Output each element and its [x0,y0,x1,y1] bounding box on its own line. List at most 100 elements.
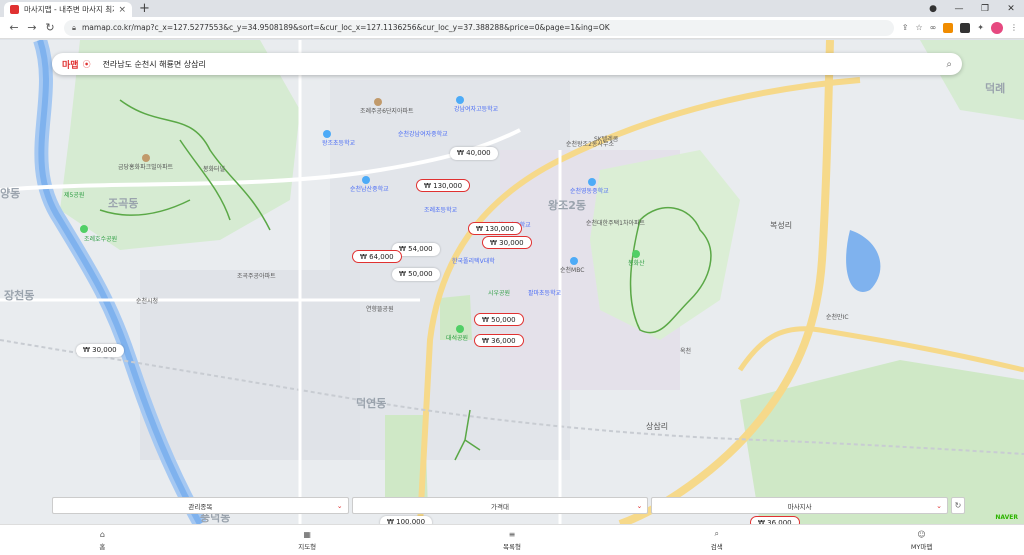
extension-orange-icon[interactable] [943,22,954,33]
place-label: 조례호수공원 [84,236,118,243]
minimize-icon[interactable]: — [946,4,972,14]
price-marker[interactable]: ₩ 100,000 [380,516,433,524]
place-label: 순천영동중학교 [570,188,609,195]
place-label: 순천대한주택1차아파트 [586,220,646,227]
place-label: 조곡주공아파트 [237,273,276,280]
map-icon: ▦ [303,529,311,539]
price-marker[interactable]: ₩ 50,000 [474,313,524,326]
apartment-icon[interactable] [142,154,150,162]
reset-filter-icon[interactable]: ↻ [951,497,966,514]
nav-my[interactable]: ☺ MY마맵 [819,525,1024,555]
map-base-layer [0,40,1024,524]
profile-dot-icon[interactable]: ● [920,4,946,14]
nav-home[interactable]: ⌂ 홈 [0,525,205,555]
extension-h-icon[interactable] [960,22,971,33]
nav-label: 지도형 [298,542,317,551]
chevron-down-icon: ⌄ [336,501,343,510]
place-label: 순천강남여자중학교 [398,131,448,138]
browser-tab[interactable]: 마사지맵 - 내주변 마사지 최저가 × [4,2,132,17]
avatar[interactable] [991,21,1003,34]
filter-bar: 관리종목 ⌄ 가격대 ⌄ 마사지사 ⌄ ↻ [52,497,966,514]
back-icon[interactable]: ← [6,21,22,34]
park-icon[interactable] [456,325,464,333]
user-icon: ☺ [917,529,926,539]
window-controls: ● — ❐ ✕ [920,0,1024,17]
search-icon[interactable]: ⌕ [946,59,952,70]
place-label: 연향뜰공원 [366,306,394,313]
place-label: 강남여자고등학교 [454,106,499,113]
search-icon: ⌕ [714,529,720,538]
price-marker[interactable]: ₩ 50,000 [392,268,440,281]
chevron-down-icon: ⌄ [636,501,643,510]
mountain-icon[interactable] [632,250,640,258]
school-icon[interactable] [456,96,464,104]
nav-map[interactable]: ▦ 지도형 [205,525,410,555]
home-icon: ⌂ [99,529,105,539]
share-icon[interactable]: ⇪ [902,23,909,32]
search-input[interactable]: 전라남도 순천시 해룡면 상삼리 [103,59,947,70]
tab-close-icon[interactable]: × [118,5,126,15]
school-icon[interactable] [323,130,331,138]
road-label: 봉화터널 [203,166,226,173]
school-icon[interactable] [588,178,596,186]
maximize-icon[interactable]: ❐ [972,4,998,14]
district-label: 덕연동 [356,397,387,410]
price-marker[interactable]: ₩ 36,000 [750,516,800,524]
district-label: 조곡동 [108,197,139,210]
broadcast-icon[interactable] [570,257,578,265]
new-tab-button[interactable]: + [139,1,150,16]
nav-label: MY마맵 [910,542,933,551]
school-icon[interactable] [362,176,370,184]
list-icon: ≡ [508,529,516,539]
favicon-icon [10,5,19,14]
location-pin-icon: ⦿ [82,59,91,69]
price-marker[interactable]: ₩ 130,000 [416,179,471,192]
place-label: SK텔레콤 [594,136,619,143]
district-label: 덕례 [985,82,1006,95]
filter-category-select[interactable]: 관리종목 ⌄ [52,497,349,514]
price-marker[interactable]: ₩ 30,000 [482,236,532,249]
place-label: 조례주공6단지아파트 [360,108,414,115]
price-marker[interactable]: ₩ 36,000 [474,334,524,347]
forward-icon[interactable]: → [24,21,40,34]
place-label: 순천시청 [136,298,159,305]
map-attribution: NAVER [995,514,1018,521]
place-label: 한국폴리텍V대학 [452,258,495,265]
price-marker[interactable]: ₩ 64,000 [352,250,402,263]
place-label: 순천MBC [560,267,585,274]
nav-label: 목록형 [503,542,521,551]
apartment-icon[interactable] [374,98,382,106]
place-label: 제5공원 [64,192,85,199]
nav-label: 홈 [99,542,106,551]
menu-icon[interactable]: ⋮ [1010,23,1018,32]
chevron-down-icon: ⌄ [936,501,943,510]
tab-title: 마사지맵 - 내주변 마사지 최저가 [24,5,114,14]
district-label: 상삼리 [646,422,669,431]
place-label: 금당홍화파크빌아파트 [118,164,174,171]
nav-list[interactable]: ≡ 목록형 [410,525,615,555]
close-window-icon[interactable]: ✕ [998,4,1024,14]
place-label: 대석공원 [446,335,469,342]
place-label: 순천남산중학교 [350,186,389,193]
nav-label: 검색 [710,543,723,551]
park-icon[interactable] [80,225,88,233]
district-label: 장천동 [4,289,35,302]
filter-price-select[interactable]: 가격대 ⌄ [351,497,649,514]
district-label: 복성리 [770,221,793,230]
filter-therapist-select[interactable]: 마사지사 ⌄ [651,497,949,514]
price-marker[interactable]: ₩ 30,000 [76,344,124,357]
address-bar[interactable]: 🔒︎ mamap.co.kr/map?c_x=127.5277553&c_y=3… [64,19,894,36]
price-marker[interactable]: ₩ 130,000 [468,222,523,235]
search-bar[interactable]: 마맵 ⦿ 전라남도 순천시 해룡면 상삼리 ⌕ [52,53,962,75]
price-marker[interactable]: ₩ 40,000 [450,147,498,160]
district-label: 왕조2동 [548,199,587,212]
glasses-icon[interactable]: ∞ [930,23,937,32]
map-view[interactable]: 조곡동 왕조2동 장천동 덕연동 상삼리 복성리 덕례 양동 풍덕동 봉화터널 … [0,40,1024,524]
road-label: 순천만IC [826,314,849,321]
place-label: 조례초등학교 [424,207,458,214]
nav-search[interactable]: ⌕ 검색 [614,525,819,555]
extensions-puzzle-icon[interactable]: ✦ [977,23,984,32]
bookmark-star-icon[interactable]: ☆ [915,23,922,32]
reload-icon[interactable]: ↻ [42,21,58,34]
place-label: 봉화산 [628,260,645,267]
